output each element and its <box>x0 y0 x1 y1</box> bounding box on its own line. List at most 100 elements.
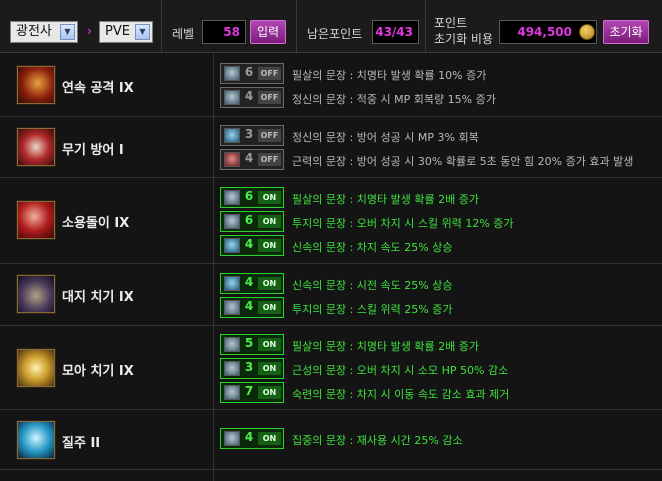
rune-toggle[interactable]: 4 ON <box>220 273 284 294</box>
skill-row: 대지 치기 IX 4 ON 신속의 문장 : 시전 속도 25% 상승 4 ON… <box>0 264 662 326</box>
skill-name: 질주 II <box>62 436 101 451</box>
dropdown-arrow-icon[interactable]: ▼ <box>135 24 150 40</box>
rune-level: 3 <box>244 360 254 374</box>
rune-level: 4 <box>244 430 254 444</box>
skill-cell: 모아 치기 IX <box>0 326 213 409</box>
skill-name: 모아 치기 IX <box>62 364 134 379</box>
divider <box>213 117 214 177</box>
rune-toggle[interactable]: 4 OFF <box>220 149 284 170</box>
rune-toggle[interactable]: 6 ON <box>220 211 284 232</box>
rune-description: 신속의 문장 : 시전 속도 25% 상승 <box>292 279 453 292</box>
rune-description: 정신의 문장 : 적중 시 MP 회복량 15% 증가 <box>292 93 496 106</box>
rune-icon <box>224 152 240 167</box>
rune-toggle[interactable]: 3 OFF <box>220 125 284 146</box>
skill-cell: 무기 방어 I <box>0 117 213 177</box>
rune-level: 4 <box>244 299 254 313</box>
rune-toggle[interactable]: 4 ON <box>220 297 284 318</box>
rune-icon <box>224 337 240 352</box>
rune-state: ON <box>258 338 281 351</box>
skill-cell: 연속 공격 IX <box>0 54 213 116</box>
skill-name: 연속 공격 IX <box>62 81 134 96</box>
level-input[interactable]: 58 <box>202 20 246 44</box>
rune-level: 7 <box>244 384 254 398</box>
rune-description: 집중의 문장 : 재사용 시간 25% 감소 <box>292 434 463 447</box>
rune-level: 4 <box>244 275 254 289</box>
rune-description: 필살의 문장 : 치명타 발생 확률 2배 증가 <box>292 340 479 353</box>
rune-state: ON <box>258 432 281 445</box>
reset-cost-label: 포인트 <box>434 16 468 30</box>
rune-state: OFF <box>258 153 281 166</box>
rune-icon <box>224 90 240 105</box>
rune-level: 6 <box>244 213 254 227</box>
rune-state: OFF <box>258 91 281 104</box>
rune-state: ON <box>258 362 281 375</box>
skill-cell: 대지 치기 IX <box>0 264 213 325</box>
rune-toggle[interactable]: 4 OFF <box>220 87 284 108</box>
skill-icon[interactable] <box>17 421 55 459</box>
mode-select-value: PVE <box>105 24 130 39</box>
reset-button[interactable]: 초기화 <box>603 20 649 44</box>
rune-toggle[interactable]: 6 ON <box>220 187 284 208</box>
skill-row: 질주 II 4 ON 집중의 문장 : 재사용 시간 25% 감소 <box>0 410 662 470</box>
mode-select[interactable]: PVE ▼ <box>99 21 153 43</box>
divider <box>213 178 214 263</box>
skill-row: 연속 공격 IX 6 OFF 필살의 문장 : 치명타 발생 확률 10% 증가… <box>0 54 662 117</box>
skill-row <box>0 470 662 481</box>
rune-description: 정신의 문장 : 방어 성공 시 MP 3% 회복 <box>292 131 479 144</box>
rune-level: 4 <box>244 237 254 251</box>
divider <box>213 54 214 116</box>
rune-description: 필살의 문장 : 치명타 발생 확률 10% 증가 <box>292 69 487 82</box>
gold-coin-icon <box>579 24 595 40</box>
rune-icon <box>224 431 240 446</box>
rune-toggle[interactable]: 6 OFF <box>220 63 284 84</box>
rune-state: ON <box>258 215 281 228</box>
rune-toggle[interactable]: 7 ON <box>220 382 284 403</box>
rune-state: ON <box>258 277 281 290</box>
skill-row: 모아 치기 IX 5 ON 필살의 문장 : 치명타 발생 확률 2배 증가 3… <box>0 326 662 410</box>
class-select-value: 광전사 <box>16 24 52 39</box>
class-select[interactable]: 광전사 ▼ <box>10 21 78 43</box>
reset-cost-label-line2: 초기화 비용 <box>434 32 494 46</box>
rune-toggle[interactable]: 4 ON <box>220 235 284 256</box>
rune-state: OFF <box>258 67 281 80</box>
remaining-points-label: 남은포인트 <box>307 27 363 41</box>
rune-level: 3 <box>244 127 254 141</box>
rune-description: 근력의 문장 : 방어 성공 시 30% 확률로 5초 동안 힘 20% 증가 … <box>292 155 634 168</box>
rune-icon <box>224 276 240 291</box>
rune-toggle[interactable]: 3 ON <box>220 358 284 379</box>
skill-cell: 질주 II <box>0 410 213 469</box>
skill-icon[interactable] <box>17 349 55 387</box>
rune-icon <box>224 128 240 143</box>
rune-description: 신속의 문장 : 차지 속도 25% 상승 <box>292 241 453 254</box>
rune-toggle[interactable]: 5 ON <box>220 334 284 355</box>
skill-icon[interactable] <box>17 128 55 166</box>
rune-icon <box>224 190 240 205</box>
rune-state: ON <box>258 386 281 399</box>
rune-icon <box>224 66 240 81</box>
divider <box>213 326 214 409</box>
divider <box>213 410 214 469</box>
rune-level: 6 <box>244 65 254 79</box>
rune-description: 투지의 문장 : 스킬 위력 25% 증가 <box>292 303 453 316</box>
skill-name: 대지 치기 IX <box>62 290 134 305</box>
enter-button[interactable]: 입력 <box>250 20 286 44</box>
skill-icon[interactable] <box>17 275 55 313</box>
divider <box>161 0 162 53</box>
skill-name: 소용돌이 IX <box>62 216 130 231</box>
rune-level: 4 <box>244 89 254 103</box>
remaining-points-value: 43/43 <box>372 20 419 44</box>
skill-icon[interactable] <box>17 201 55 239</box>
rune-description: 근성의 문장 : 오버 차지 시 소모 HP 50% 감소 <box>292 364 509 377</box>
rune-icon <box>224 361 240 376</box>
skill-icon[interactable] <box>17 66 55 104</box>
skill-name: 무기 방어 I <box>62 143 124 158</box>
divider <box>296 0 297 53</box>
rune-state: ON <box>258 191 281 204</box>
top-bar: 광전사 ▼ › PVE ▼ 레벨 58 입력 남은포인트 43/43 포인트 초… <box>0 0 662 53</box>
rune-description: 숙련의 문장 : 차지 시 이동 속도 감소 효과 제거 <box>292 388 510 401</box>
rune-icon <box>224 214 240 229</box>
rune-icon <box>224 300 240 315</box>
rune-toggle[interactable]: 4 ON <box>220 428 284 449</box>
divider <box>425 0 426 53</box>
dropdown-arrow-icon[interactable]: ▼ <box>60 24 75 40</box>
